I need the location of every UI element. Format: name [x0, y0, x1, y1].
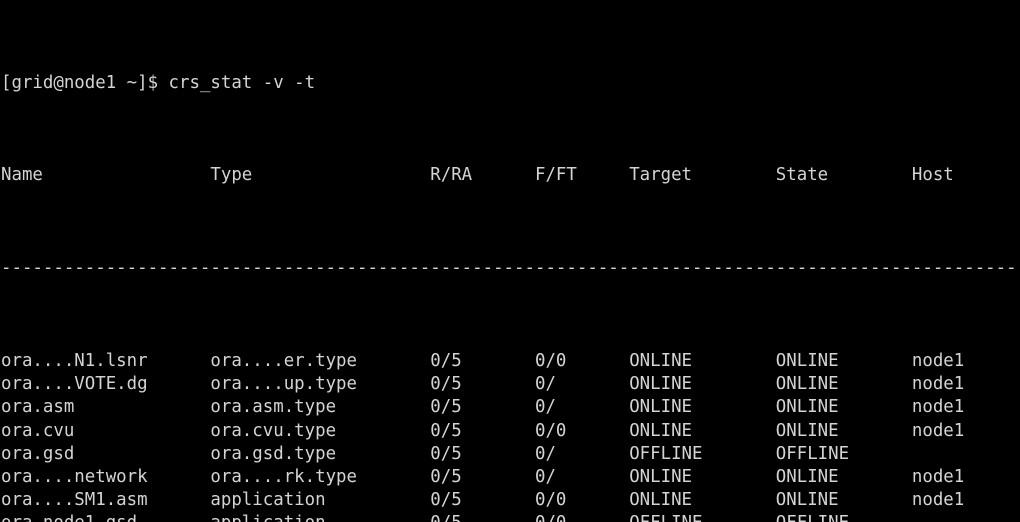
table-row-text: ora....VOTE.dg ora....up.type 0/5 0/ ONL… — [1, 374, 965, 395]
table-body: ora....N1.lsnr ora....er.type 0/5 0/0 ON… — [1, 350, 1017, 522]
table-header-row: Name Type R/RA F/FT Target State Host — [1, 164, 1017, 187]
terminal-window[interactable]: [grid@node1 ~]$ crs_stat -v -t Name Type… — [0, 0, 1020, 522]
table-row: ora....N1.lsnr ora....er.type 0/5 0/0 ON… — [1, 350, 1017, 373]
table-row: ora.gsd ora.gsd.type 0/5 0/ OFFLINE OFFL… — [1, 443, 1017, 466]
table-row-text: ora....network ora....rk.type 0/5 0/ ONL… — [1, 466, 965, 487]
table-row: ora.asm ora.asm.type 0/5 0/ ONLINE ONLIN… — [1, 396, 1017, 419]
table-row-text: ora....SM1.asm application 0/5 0/0 ONLIN… — [1, 490, 965, 511]
table-header-text: Name Type R/RA F/FT Target State Host — [1, 165, 954, 186]
table-row: ora....network ora....rk.type 0/5 0/ ONL… — [1, 466, 1017, 489]
table-separator-text: ----------------------------------------… — [1, 258, 1017, 279]
table-row: ora....VOTE.dg ora....up.type 0/5 0/ ONL… — [1, 373, 1017, 396]
table-row-text: ora.asm ora.asm.type 0/5 0/ ONLINE ONLIN… — [1, 397, 965, 418]
table-row-text: ora.node1.gsd application 0/5 0/0 OFFLIN… — [1, 513, 912, 522]
table-separator-row: ----------------------------------------… — [1, 257, 1017, 280]
command-prompt-line: [grid@node1 ~]$ crs_stat -v -t — [1, 72, 1017, 95]
table-row-text: ora....N1.lsnr ora....er.type 0/5 0/0 ON… — [1, 351, 965, 371]
table-row: ora.node1.gsd application 0/5 0/0 OFFLIN… — [1, 512, 1017, 522]
terminal-screen: [grid@node1 ~]$ crs_stat -v -t Name Type… — [1, 2, 1017, 522]
table-row: ora.cvu ora.cvu.type 0/5 0/0 ONLINE ONLI… — [1, 420, 1017, 443]
table-row: ora....SM1.asm application 0/5 0/0 ONLIN… — [1, 489, 1017, 512]
command-line-text: [grid@node1 ~]$ crs_stat -v -t — [1, 72, 316, 93]
table-row-text: ora.cvu ora.cvu.type 0/5 0/0 ONLINE ONLI… — [1, 420, 965, 441]
table-row-text: ora.gsd ora.gsd.type 0/5 0/ OFFLINE OFFL… — [1, 443, 912, 464]
